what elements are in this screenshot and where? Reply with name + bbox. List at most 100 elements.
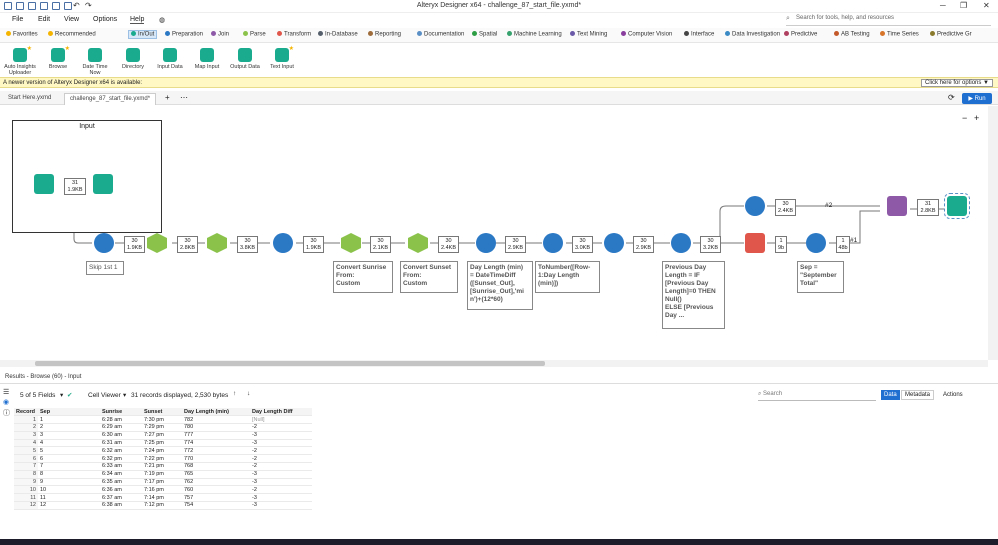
table-cell[interactable]: 6:37 am [100,493,142,503]
scroll-thumb[interactable] [35,361,545,366]
column-header[interactable]: Sunrise [100,408,142,417]
table-cell[interactable]: -3 [250,501,312,510]
table-row[interactable]: 9 9 6:35 am 7:17 pm 762 -3 [14,478,312,487]
column-header[interactable]: Sunset [142,408,182,417]
select-icon-3[interactable] [745,196,765,216]
select-icon[interactable] [273,233,293,253]
table-cell[interactable]: 11 [38,493,100,503]
table-cell[interactable]: 9 [38,478,100,487]
table-cell[interactable]: 3 [14,431,38,440]
options-button[interactable]: Click here for options ▼ [921,79,993,87]
table-cell[interactable]: -2 [250,446,312,456]
table-cell[interactable]: 780 [182,423,250,432]
category-time-series[interactable]: Time Series [880,31,919,38]
category-predictive-gr[interactable]: Predictive Gr [930,31,972,38]
browse-icon-2[interactable] [944,193,970,219]
table-cell[interactable]: 762 [182,478,250,487]
actions-menu[interactable]: Actions [943,392,963,398]
category-recommended[interactable]: Recommended [48,31,96,38]
category-machine-learning[interactable]: Machine Learning [507,31,562,38]
table-cell[interactable]: 782 [182,415,250,425]
category-predictive[interactable]: Predictive [784,31,817,38]
table-cell[interactable]: -3 [250,493,312,503]
table-cell[interactable]: 7:25 pm [142,439,182,448]
table-cell[interactable]: 6:34 am [100,470,142,479]
table-cell[interactable]: 1 [14,415,38,425]
category-join[interactable]: Join [211,31,229,38]
table-cell[interactable]: 6:35 am [100,478,142,487]
table-row[interactable]: 7 7 6:33 am 7:21 pm 768 -2 [14,462,312,471]
table-cell[interactable]: -3 [250,478,312,487]
table-cell[interactable]: 9 [14,478,38,487]
add-tab-icon[interactable]: + [165,93,170,102]
tool-date-time-now[interactable]: Date Time Now [77,48,113,76]
table-cell[interactable]: 760 [182,485,250,495]
table-cell[interactable]: 7:22 pm [142,454,182,464]
category-parse[interactable]: Parse [243,31,266,38]
table-cell[interactable]: 7:16 pm [142,485,182,495]
table-cell[interactable]: 7:14 pm [142,493,182,503]
table-cell[interactable]: 2 [14,423,38,432]
table-cell[interactable]: -3 [250,470,312,479]
table-cell[interactable]: -3 [250,439,312,448]
tool-text-input[interactable]: Text Input ★ [264,46,300,70]
category-preparation[interactable]: Preparation [165,31,203,38]
table-row[interactable]: 6 6 6:32 pm 7:22 pm 770 -2 [14,454,312,464]
data-tab[interactable]: Data [881,390,900,400]
close-icon[interactable]: ✕ [983,1,990,10]
table-cell[interactable]: 770 [182,454,250,464]
browse-icon[interactable] [93,174,113,194]
column-header[interactable]: Day Length Diff [250,408,312,417]
table-cell[interactable]: 7:30 pm [142,415,182,425]
tool-map-input[interactable]: Map Input [189,48,225,70]
table-cell[interactable]: -2 [250,485,312,495]
table-cell[interactable]: 7:27 pm [142,431,182,440]
table-row[interactable]: 8 8 6:34 am 7:19 pm 765 -3 [14,470,312,479]
table-cell[interactable]: 6:31 am [100,439,142,448]
list-icon[interactable]: ☰ [3,388,14,396]
category-documentation[interactable]: Documentation [417,31,464,38]
category-transform[interactable]: Transform [277,31,311,38]
tool-browse[interactable]: Browse ★ [40,46,76,70]
cell-viewer-dropdown-icon[interactable]: ▾ [123,391,126,399]
table-cell[interactable]: 6 [38,454,100,464]
table-cell[interactable]: 6:32 pm [100,454,142,464]
sort-down-icon[interactable]: ↓ [247,390,250,397]
menu-view[interactable]: View [64,16,79,23]
table-row[interactable]: 4 4 6:31 am 7:25 pm 774 -3 [14,439,312,448]
table-row[interactable]: 10 10 6:36 am 7:16 pm 760 -2 [14,485,312,495]
table-cell[interactable]: 6:33 am [100,462,142,471]
table-cell[interactable]: 757 [182,493,250,503]
category-in-database[interactable]: In-Database [318,31,358,38]
select-icon-2[interactable] [604,233,624,253]
table-row[interactable]: 1 1 6:28 am 7:30 pm 782 [Null] [14,415,312,425]
table-cell[interactable]: 768 [182,462,250,471]
table-cell[interactable]: 7:29 pm [142,423,182,432]
favorite-star-icon[interactable]: ★ [65,46,70,52]
menu-options[interactable]: Options [93,16,117,23]
table-cell[interactable]: -3 [250,431,312,440]
table-cell[interactable]: 6:29 am [100,423,142,432]
menu-file[interactable]: File [12,16,23,23]
fields-dropdown-icon[interactable]: ▾ [60,391,63,399]
table-cell[interactable]: 1 [38,415,100,425]
table-cell[interactable]: 765 [182,470,250,479]
category-computer-vision[interactable]: Computer Vision [621,31,672,38]
check-icon[interactable]: ✔ [67,391,72,399]
tool-input-data[interactable]: Input Data [152,48,188,70]
formula-prev-day-icon[interactable] [671,233,691,253]
table-cell[interactable]: -2 [250,462,312,471]
canvas-horizontal-scrollbar[interactable] [0,360,988,367]
table-cell[interactable]: 7:17 pm [142,478,182,487]
favorite-star-icon[interactable]: ★ [27,46,32,52]
category-data-investigation[interactable]: Data Investigation [725,31,780,38]
category-ab-testing[interactable]: AB Testing [834,31,870,38]
table-cell[interactable]: -2 [250,423,312,432]
table-cell[interactable]: 774 [182,439,250,448]
zoom-in-icon[interactable]: + [974,113,979,123]
column-header[interactable]: Record [14,408,38,417]
table-cell[interactable]: 5 [14,446,38,456]
fields-selector[interactable]: 5 of 5 Fields [20,392,55,399]
table-cell[interactable]: 754 [182,501,250,510]
tab-challenge-87[interactable]: challenge_87_start_file.yxmd* [64,93,157,105]
